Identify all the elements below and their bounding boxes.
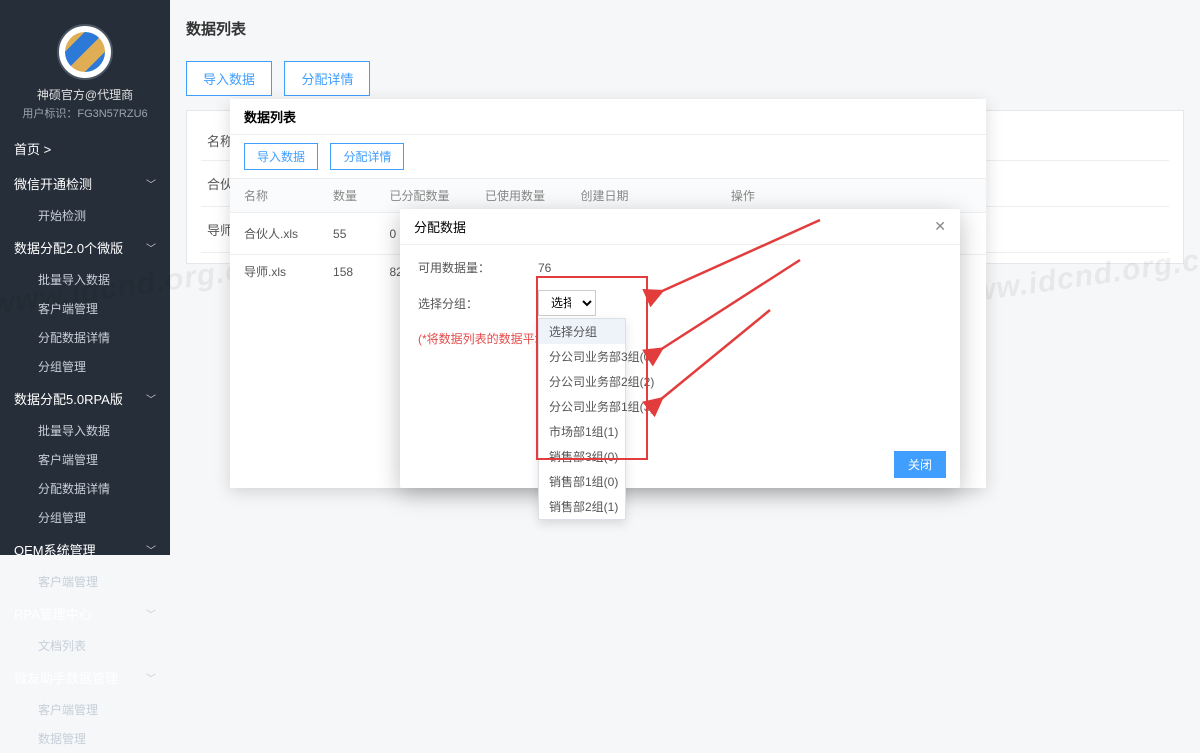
modal-title: 数据列表: [230, 99, 986, 135]
chevron-down-icon: ﹀: [146, 176, 156, 191]
breadcrumb[interactable]: 首页 >: [0, 131, 170, 166]
assign-dialog: 分配数据 ✕ 可用数据量： 76 选择分组： 选择分组 选择分组 分公司业务部3…: [400, 209, 960, 488]
import-button[interactable]: 导入数据: [186, 61, 272, 96]
th-name: 名称: [230, 179, 319, 213]
cell-qty: 55: [319, 213, 375, 255]
user-info: 神硕官方@代理商 用户标识：FG3N57RZU6: [0, 86, 170, 131]
table-header: 名称 数量 已分配数量 已使用数量 创建日期 操作: [230, 179, 986, 213]
nav-assist-client[interactable]: 客户端管理: [0, 695, 170, 724]
modal-detail-button[interactable]: 分配详情: [330, 143, 404, 170]
nav-dist2-group[interactable]: 分组管理: [0, 352, 170, 381]
cell-name: 导师.xls: [230, 255, 319, 289]
nav-wx-check-start[interactable]: 开始检测: [0, 201, 170, 230]
th-assigned: 已分配数量: [375, 179, 471, 213]
nav-rpa[interactable]: RPA管理中心﹀: [0, 596, 170, 631]
nav-rpa-docs[interactable]: 文档列表: [0, 631, 170, 660]
nav-assist-data[interactable]: 数据管理: [0, 724, 170, 753]
page-title: 数据列表: [186, 18, 1184, 39]
chevron-down-icon: ﹀: [146, 670, 156, 685]
cell-name: 合伙人.xls: [230, 213, 319, 255]
user-name: 神硕官方@代理商: [8, 86, 162, 103]
group-label: 选择分组：: [418, 295, 538, 312]
select-option[interactable]: 销售部2组(1): [539, 494, 625, 519]
dialog-hint: (*将数据列表的数据平均分配给每…: [418, 330, 942, 347]
avail-label: 可用数据量：: [418, 259, 538, 276]
nav-dist5[interactable]: 数据分配5.0RPA版﹀: [0, 381, 170, 416]
assign-detail-button[interactable]: 分配详情: [284, 61, 370, 96]
dialog-title: 分配数据: [414, 217, 466, 236]
cell-qty: 158: [319, 255, 375, 289]
chevron-down-icon: ﹀: [146, 391, 156, 406]
th-used: 已使用数量: [471, 179, 567, 213]
avatar: [57, 24, 113, 80]
nav-dist5-import[interactable]: 批量导入数据: [0, 416, 170, 445]
nav-dist5-client[interactable]: 客户端管理: [0, 445, 170, 474]
th-created: 创建日期: [567, 179, 717, 213]
nav-dist5-detail[interactable]: 分配数据详情: [0, 474, 170, 503]
avail-value: 76: [538, 261, 551, 275]
select-option[interactable]: 销售部1组(0): [539, 469, 625, 494]
nav-dist5-group[interactable]: 分组管理: [0, 503, 170, 532]
annotation-box: [536, 276, 648, 460]
close-icon[interactable]: ✕: [934, 218, 946, 235]
th-ops: 操作: [717, 179, 986, 213]
close-button[interactable]: 关闭: [894, 451, 946, 478]
modal-import-button[interactable]: 导入数据: [244, 143, 318, 170]
th-qty: 数量: [319, 179, 375, 213]
nav-oem[interactable]: OEM系统管理﹀: [0, 532, 170, 567]
user-id: 用户标识：FG3N57RZU6: [8, 105, 162, 121]
chevron-down-icon: ﹀: [146, 240, 156, 255]
nav-wx-check[interactable]: 微信开通检测﹀: [0, 166, 170, 201]
nav-dist2[interactable]: 数据分配2.0个微版﹀: [0, 230, 170, 265]
chevron-down-icon: ﹀: [146, 606, 156, 621]
nav-oem-client[interactable]: 客户端管理: [0, 567, 170, 596]
nav-dist2-detail[interactable]: 分配数据详情: [0, 323, 170, 352]
nav-assist[interactable]: 微友助手数据管理﹀: [0, 660, 170, 695]
